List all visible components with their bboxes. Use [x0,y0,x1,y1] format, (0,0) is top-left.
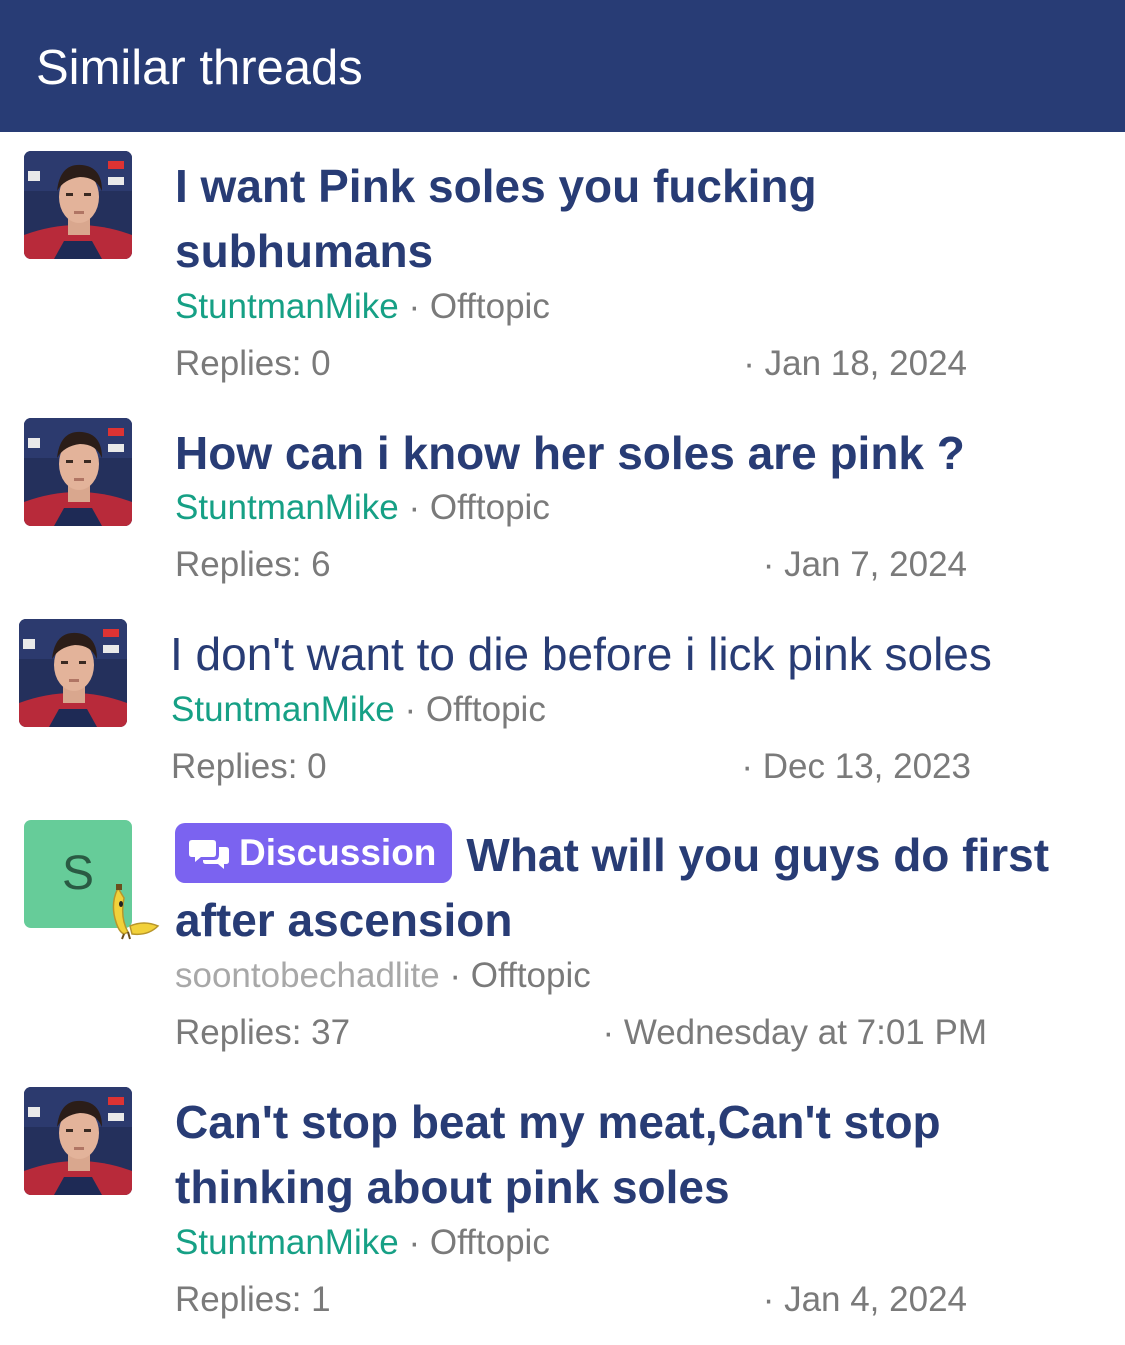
forum-link[interactable]: Offtopic [471,956,591,995]
reply-count: Replies: 0 [171,747,327,786]
user-photo-icon [24,418,132,526]
author-link[interactable]: StuntmanMike [171,690,395,729]
banana-icon [104,882,162,940]
thread-title-line: thinking about pink soles [175,1161,730,1213]
separator: · [408,488,421,527]
thread-title-text: What will you guys do first [466,829,1050,881]
separator: · [449,956,462,995]
thread-date: · Wednesday at 7:01 PM [602,1013,987,1052]
user-photo-icon [24,151,132,259]
avatar[interactable] [24,151,132,259]
thread-meta: StuntmanMike · Offtopic [175,1223,550,1263]
separator: · [404,690,417,729]
thread-meta: StuntmanMike · Offtopic [175,488,550,528]
avatar[interactable] [24,1087,132,1195]
author-link[interactable]: StuntmanMike [175,1223,399,1262]
thread-title-line: subhumans [175,225,434,277]
thread-meta: soontobechadlite · Offtopic [175,956,591,996]
thread-title-line: I want Pink soles you fucking [175,160,817,212]
thread-title-line: How can i know her soles are pink ? [175,427,965,479]
reply-count: Replies: 1 [175,1280,331,1319]
forum-link[interactable]: Offtopic [426,690,546,729]
discussion-label[interactable]: Discussion [175,823,453,883]
thread-meta: StuntmanMike · Offtopic [171,690,546,730]
thread-title-link[interactable]: I don't want to die before i lick pink s… [170,622,992,687]
thread-title-line: after ascension [175,894,513,946]
user-photo-icon [19,619,127,727]
thread-date: · Dec 13, 2023 [741,747,971,786]
thread-title-link[interactable]: I want Pink soles you fucking subhumans [175,154,817,284]
reply-count: Replies: 6 [175,545,331,584]
reply-count: Replies: 0 [175,344,331,383]
author-link[interactable]: soontobechadlite [175,956,440,995]
thread-title-link[interactable]: Discussion What will you guys do first af… [175,823,1049,953]
section-title: Similar threads [36,41,363,95]
similar-threads-header: Similar threads [0,0,1125,132]
thread-date: · Jan 7, 2024 [762,545,967,584]
user-photo-icon [24,1087,132,1195]
thread-meta: StuntmanMike · Offtopic [175,287,550,327]
thread-date: · Jan 18, 2024 [743,344,967,383]
chat-bubbles-icon [189,840,229,869]
label-text: Discussion [239,832,437,873]
author-link[interactable]: StuntmanMike [175,488,399,527]
separator: · [408,1223,421,1262]
avatar[interactable] [24,418,132,526]
thread-title-link[interactable]: Can't stop beat my meat,Can't stop think… [175,1090,941,1220]
thread-title-line: Can't stop beat my meat,Can't stop [175,1096,941,1148]
thread-title-link[interactable]: How can i know her soles are pink ? [175,421,965,486]
separator: · [408,287,421,326]
forum-link[interactable]: Offtopic [430,1223,550,1262]
reply-count: Replies: 37 [175,1013,351,1052]
forum-link[interactable]: Offtopic [430,287,550,326]
thread-date: · Jan 4, 2024 [762,1280,967,1319]
avatar[interactable] [19,619,127,727]
thread-title-line: I don't want to die before i lick pink s… [170,628,992,680]
thread-title-line: Discussion What will you guys do first [175,823,1049,888]
forum-link[interactable]: Offtopic [430,488,550,527]
author-link[interactable]: StuntmanMike [175,287,399,326]
